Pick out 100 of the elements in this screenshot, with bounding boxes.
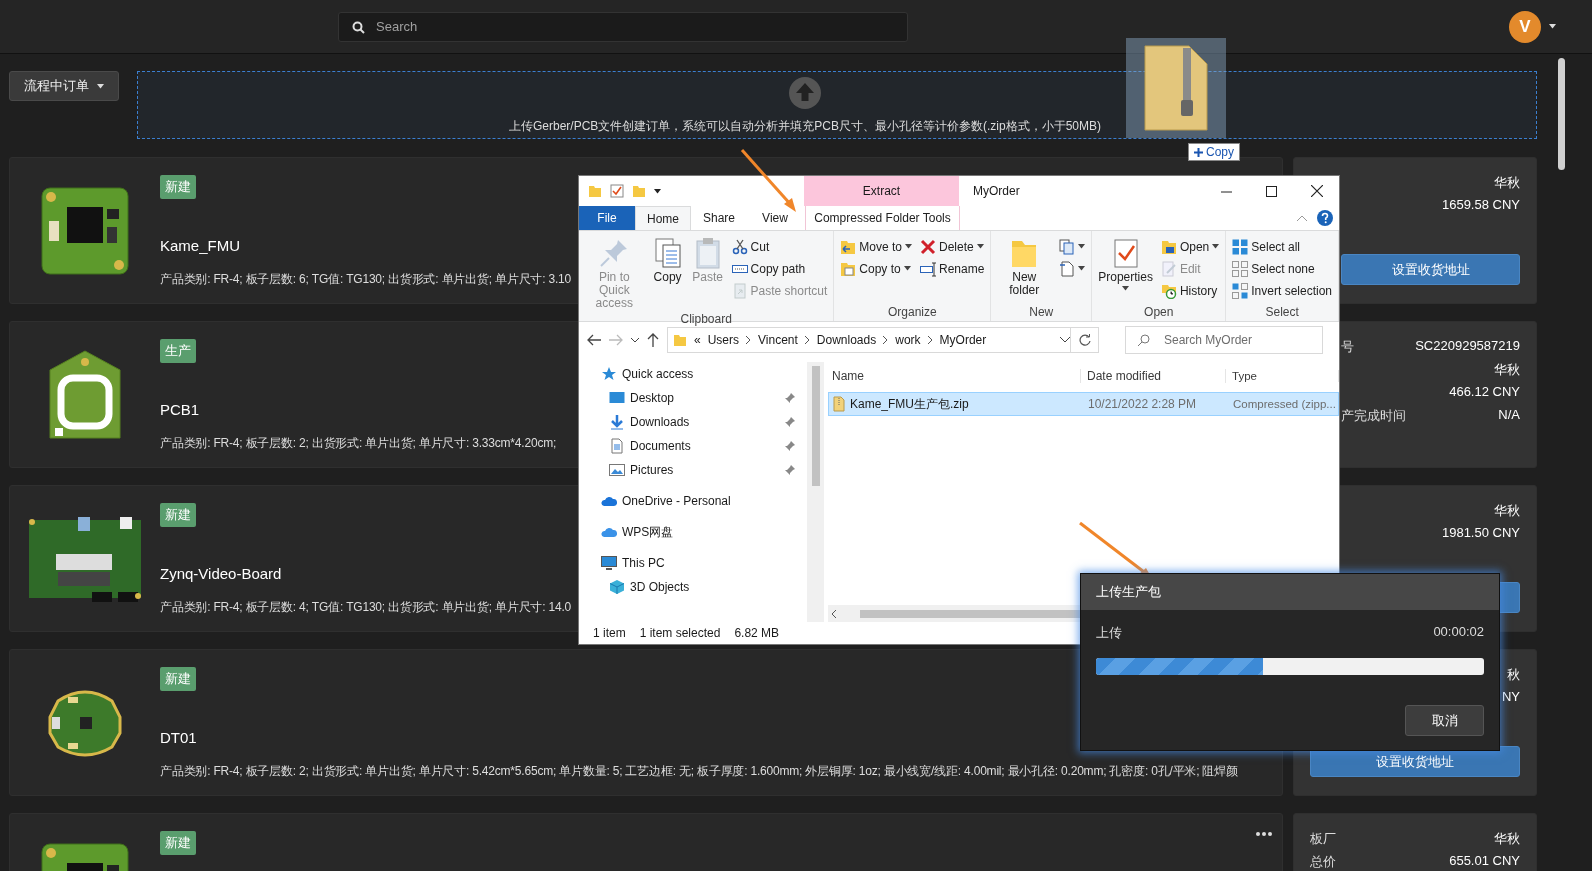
- download-icon: [609, 414, 625, 430]
- back-icon[interactable]: [587, 334, 601, 346]
- caret-icon[interactable]: [631, 337, 639, 343]
- field-value: 华秋: [1494, 502, 1520, 519]
- nav-item[interactable]: WPS网盘: [601, 520, 795, 544]
- upload-hint: 上传Gerber/PCB文件创建订单，系统可以自动分析并填充PCB尺寸、最小孔径等计价参数(.zip格式，小于50MB): [508, 117, 1101, 135]
- star-icon: [601, 366, 617, 382]
- board-name: Kame_FMU: [160, 237, 242, 254]
- scrollbar-thumb[interactable]: [1558, 58, 1565, 170]
- column-header[interactable]: Date modified: [1081, 369, 1226, 383]
- ribbon-button[interactable]: Move to: [838, 237, 914, 256]
- refresh-button[interactable]: [1071, 327, 1099, 353]
- search-field[interactable]: Search: [338, 11, 908, 42]
- address-bar[interactable]: « Users Vincent Downloads work MyOrder: [667, 327, 1071, 353]
- properties-icon[interactable]: [610, 184, 624, 198]
- ribbon-button[interactable]: New folder: [995, 235, 1054, 305]
- ribbon-button[interactable]: [1057, 259, 1088, 278]
- context-tab-header: Extract: [804, 176, 959, 206]
- field-value: N/A: [1498, 407, 1520, 424]
- caret-icon: [654, 188, 661, 194]
- path-segment[interactable]: Vincent: [758, 333, 798, 347]
- field-value: 秋: [1507, 666, 1520, 683]
- folder-open-icon: [1160, 238, 1177, 255]
- board-specs: 产品类别: FR-4; 板子层数: 2; 出货形式: 单片出货; 单片尺寸: 3.33cm*4.20cm;: [160, 435, 557, 452]
- column-header[interactable]: Type: [1226, 370, 1339, 382]
- ribbon-button[interactable]: Rename: [918, 259, 987, 278]
- ribbon-button[interactable]: Invert selection: [1230, 281, 1334, 300]
- computer-icon: [601, 555, 617, 571]
- column-header[interactable]: Name: [828, 369, 1081, 383]
- board-specs: 产品类别: FR-4; 板子层数: 6; TG值: TG130; 出货形式: 单片出货; 单片尺寸: 3.10: [160, 271, 572, 288]
- field-value: SC220929587219: [1415, 338, 1520, 355]
- group-label: Open: [1143, 305, 1175, 321]
- more-icon[interactable]: [1256, 832, 1272, 836]
- ribbon-tab[interactable]: File: [579, 206, 635, 230]
- delete-icon: [920, 238, 936, 255]
- collapse-icon[interactable]: [1297, 215, 1307, 221]
- ribbon-button[interactable]: History: [1158, 281, 1222, 300]
- path-segment[interactable]: Users: [707, 333, 740, 347]
- new-document-icon: [1059, 260, 1076, 277]
- group-label: Organize: [887, 305, 938, 321]
- maximize-icon[interactable]: [1266, 185, 1277, 197]
- ribbon-tab[interactable]: Compressed Folder Tools: [805, 206, 960, 230]
- file-row[interactable]: Kame_FMU生产包.zip 10/21/2022 2:28 PM Compressed (zipp...: [828, 392, 1339, 416]
- up-icon[interactable]: [647, 333, 659, 347]
- nav-item[interactable]: 3D Objects: [601, 575, 795, 599]
- elapsed-time: 00:00:02: [1433, 624, 1484, 641]
- address-button[interactable]: 设置收货地址: [1341, 254, 1520, 285]
- status-tag: 新建: [160, 667, 196, 691]
- plus-icon: [1194, 147, 1203, 157]
- folder-icon: [673, 333, 687, 347]
- path-segment[interactable]: work: [895, 333, 921, 347]
- ribbon-button[interactable]: Copy to: [838, 259, 914, 278]
- nav-item[interactable]: OneDrive - Personal: [601, 489, 795, 513]
- ribbon-button[interactable]: Copy: [649, 235, 686, 312]
- chevron-icon: [746, 336, 752, 344]
- path-overflow[interactable]: «: [694, 333, 701, 347]
- close-icon[interactable]: [1311, 185, 1323, 197]
- help-icon[interactable]: [1317, 210, 1333, 226]
- nav-item[interactable]: Desktop: [601, 386, 795, 410]
- refresh-icon: [1078, 334, 1091, 346]
- status-tag: 新建: [160, 831, 196, 855]
- ribbon-button[interactable]: Open: [1158, 237, 1222, 256]
- chevron-icon: [883, 336, 889, 344]
- file-type: Compressed (zipp...: [1232, 398, 1337, 410]
- group-label: Select: [1264, 305, 1300, 321]
- selection-size: 6.82 MB: [734, 626, 780, 640]
- path-segment[interactable]: Downloads: [816, 333, 877, 347]
- select-none-icon: [1232, 260, 1249, 277]
- cancel-button[interactable]: 取消: [1405, 705, 1484, 736]
- ribbon-button[interactable]: [1057, 237, 1088, 256]
- scrollbar[interactable]: [807, 362, 824, 622]
- nav-item[interactable]: Downloads: [601, 410, 795, 434]
- new-item-icon: [1059, 238, 1076, 255]
- board-name: Zynq-Video-Board: [160, 565, 283, 582]
- zip-file-icon: [833, 396, 845, 412]
- ribbon-button[interactable]: Select all: [1230, 237, 1334, 256]
- ribbon-button[interactable]: Cut: [729, 237, 830, 256]
- folder-copy-icon: [840, 260, 857, 277]
- nav-item[interactable]: Quick access: [601, 362, 795, 386]
- ribbon-button[interactable]: Delete: [918, 237, 987, 256]
- edit-icon: [1160, 260, 1177, 277]
- status-tag: 新建: [160, 503, 196, 527]
- upload-drop-zone[interactable]: 上传Gerber/PCB文件创建订单，系统可以自动分析并填充PCB尺寸、最小孔径等计价参数(.zip格式，小于50MB): [137, 71, 1537, 139]
- filter-dropdown[interactable]: 流程中订单: [9, 71, 119, 101]
- ribbon-button[interactable]: Select none: [1230, 259, 1334, 278]
- group-label: Clipboard: [679, 312, 733, 326]
- ribbon-button[interactable]: Copy path: [729, 259, 830, 278]
- nav-item[interactable]: This PC: [601, 551, 795, 575]
- path-segment[interactable]: MyOrder: [939, 333, 987, 347]
- ribbon-button[interactable]: Properties: [1096, 235, 1155, 305]
- item-count: 1 item: [593, 626, 626, 640]
- zip-file-icon: [1143, 44, 1209, 132]
- status-tag: 新建: [160, 175, 196, 199]
- document-icon: [609, 438, 625, 454]
- board-specs: 产品类别: FR-4; 板子层数: 2; 出货形式: 单片出货; 单片尺寸: 5.42cm*5.65cm; 单片数量: 5; 工艺边框: 无; 板子厚度: 1.600mm; 外层铜厚: 1oz; 最小线宽/线距: 4.00mil; 最小孔径: 0.20mm; 孔密度: 0孔/平米; 阻焊颜: [160, 763, 1238, 780]
- caret-icon[interactable]: [1060, 337, 1070, 343]
- nav-item[interactable]: Pictures: [601, 458, 795, 482]
- status-tag: 生产: [160, 339, 196, 363]
- ribbon-tab[interactable]: Home: [635, 206, 691, 230]
- nav-item[interactable]: Documents: [601, 434, 795, 458]
